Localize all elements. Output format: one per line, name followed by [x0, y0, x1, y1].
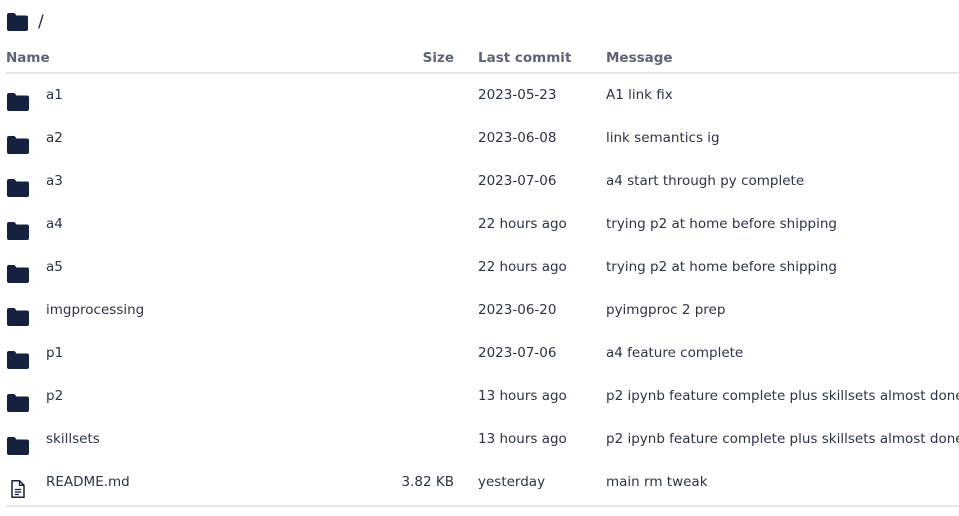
row-commit-message[interactable]: p2 ipynb feature complete plus skillsets…	[606, 418, 959, 461]
column-header-last-commit: Last commit	[478, 50, 572, 66]
table-row[interactable]: a3 2023-07-06 a4 start through py complete	[6, 160, 959, 203]
row-last-commit: 13 hours ago	[478, 388, 567, 404]
folder-icon	[7, 86, 29, 111]
breadcrumb-path[interactable]: /	[38, 10, 44, 34]
table-row[interactable]: a4 22 hours ago trying p2 at home before s…	[6, 203, 959, 246]
folder-icon[interactable]	[7, 13, 28, 31]
folder-icon	[7, 215, 29, 240]
row-name-link[interactable]: README.md	[46, 461, 130, 504]
folder-icon	[7, 301, 29, 326]
row-last-commit: 22 hours ago	[478, 216, 567, 232]
table-bottom-divider	[6, 505, 959, 507]
row-last-commit: yesterday	[478, 474, 546, 490]
table-row[interactable]: a1 2023-05-23 A1 link fix	[6, 74, 959, 117]
row-commit-message[interactable]: A1 link fix	[606, 74, 673, 117]
table-header: Name Size Last commit Message	[6, 44, 959, 74]
folder-icon	[7, 258, 29, 283]
row-last-commit: 22 hours ago	[478, 259, 567, 275]
folder-icon	[7, 430, 29, 455]
row-commit-message[interactable]: link semantics ig	[606, 117, 720, 160]
row-last-commit: 2023-06-20	[478, 302, 557, 318]
row-commit-message[interactable]: p2 ipynb feature complete plus skillsets…	[606, 375, 959, 418]
column-header-name: Name	[6, 50, 50, 66]
row-last-commit: 13 hours ago	[478, 431, 567, 447]
file-listing: Name Size Last commit Message a1 2023-05-…	[6, 44, 959, 507]
folder-icon	[7, 387, 29, 412]
table-row[interactable]: skillsets 13 hours ago p2 ipynb feature co…	[6, 418, 959, 461]
row-name-link[interactable]: a3	[46, 160, 63, 203]
row-commit-message[interactable]: a4 start through py complete	[606, 160, 804, 203]
table-row[interactable]: a5 22 hours ago trying p2 at home before s…	[6, 246, 959, 289]
row-commit-message[interactable]: trying p2 at home before shipping	[606, 246, 837, 289]
row-commit-message[interactable]: trying p2 at home before shipping	[606, 203, 837, 246]
folder-icon	[7, 129, 29, 154]
folder-icon	[7, 172, 29, 197]
row-name-link[interactable]: imgprocessing	[46, 289, 144, 332]
row-size: 3.82 KB	[401, 474, 454, 490]
row-last-commit: 2023-05-23	[478, 87, 557, 103]
table-row[interactable]: a2 2023-06-08 link semantics ig	[6, 117, 959, 160]
row-name-link[interactable]: a4	[46, 203, 63, 246]
table-row[interactable]: README.md 3.82 KB yesterday main rm tweak	[6, 461, 959, 504]
breadcrumb: /	[7, 10, 44, 34]
row-last-commit: 2023-07-06	[478, 345, 557, 361]
row-name-link[interactable]: skillsets	[46, 418, 100, 461]
row-commit-message[interactable]: pyimgproc 2 prep	[606, 289, 725, 332]
table-body: a1 2023-05-23 A1 link fix a2 2023-06-08 link …	[6, 74, 959, 504]
row-commit-message[interactable]: a4 feature complete	[606, 332, 743, 375]
column-header-size: Size	[422, 50, 454, 66]
row-name-link[interactable]: a2	[46, 117, 63, 160]
row-last-commit: 2023-07-06	[478, 173, 557, 189]
table-row[interactable]: imgprocessing 2023-06-20 pyimgproc 2 prep	[6, 289, 959, 332]
row-name-link[interactable]: a1	[46, 74, 63, 117]
row-last-commit: 2023-06-08	[478, 130, 557, 146]
row-name-link[interactable]: p1	[46, 332, 63, 375]
folder-icon	[7, 344, 29, 369]
table-row[interactable]: p1 2023-07-06 a4 feature complete	[6, 332, 959, 375]
row-name-link[interactable]: a5	[46, 246, 63, 289]
row-commit-message[interactable]: main rm tweak	[606, 461, 708, 504]
table-row[interactable]: p2 13 hours ago p2 ipynb feature complete …	[6, 375, 959, 418]
row-name-link[interactable]: p2	[46, 375, 63, 418]
column-header-message: Message	[606, 50, 673, 66]
file-text-icon	[7, 473, 29, 498]
